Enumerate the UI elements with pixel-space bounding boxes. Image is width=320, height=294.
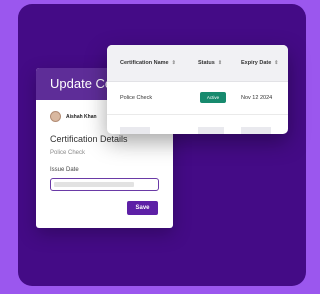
issue-date-field[interactable] (50, 178, 159, 191)
placeholder-bar (120, 127, 150, 134)
issue-date-label: Issue Date (50, 167, 79, 173)
sort-icon[interactable]: ⇕ (218, 60, 222, 66)
placeholder-bar (198, 127, 224, 134)
save-button[interactable]: Save (127, 201, 158, 215)
user-name: Aishah Khan (66, 113, 97, 120)
column-header-label: Certification Name (120, 60, 169, 66)
placeholder-row (107, 115, 288, 134)
column-header-label: Status (198, 60, 215, 66)
table-header: Certification Name ⇕ Status ⇕ Expiry Dat… (107, 45, 288, 82)
sort-icon[interactable]: ⇕ (274, 60, 278, 66)
avatar (50, 111, 61, 122)
status-badge: Active (200, 92, 226, 103)
column-header-status[interactable]: Status ⇕ (198, 60, 222, 66)
cell-expiry-date: Nov 12 2024 (241, 95, 273, 101)
user-row: Aishah Khan (50, 111, 97, 122)
certifications-table: Certification Name ⇕ Status ⇕ Expiry Dat… (107, 45, 288, 134)
issue-date-placeholder (54, 182, 134, 187)
cell-certification-name: Police Check (120, 95, 153, 101)
table-row[interactable]: Police Check Active Nov 12 2024 (107, 82, 288, 115)
sort-icon[interactable]: ⇕ (172, 60, 176, 66)
column-header-certification-name[interactable]: Certification Name ⇕ (120, 60, 176, 66)
section-title: Certification Details (50, 134, 128, 144)
column-header-label: Expiry Date (241, 60, 272, 66)
placeholder-bar (241, 127, 271, 134)
column-header-expiry-date[interactable]: Expiry Date ⇕ (241, 60, 278, 66)
section-subtitle: Police Check (50, 150, 86, 156)
